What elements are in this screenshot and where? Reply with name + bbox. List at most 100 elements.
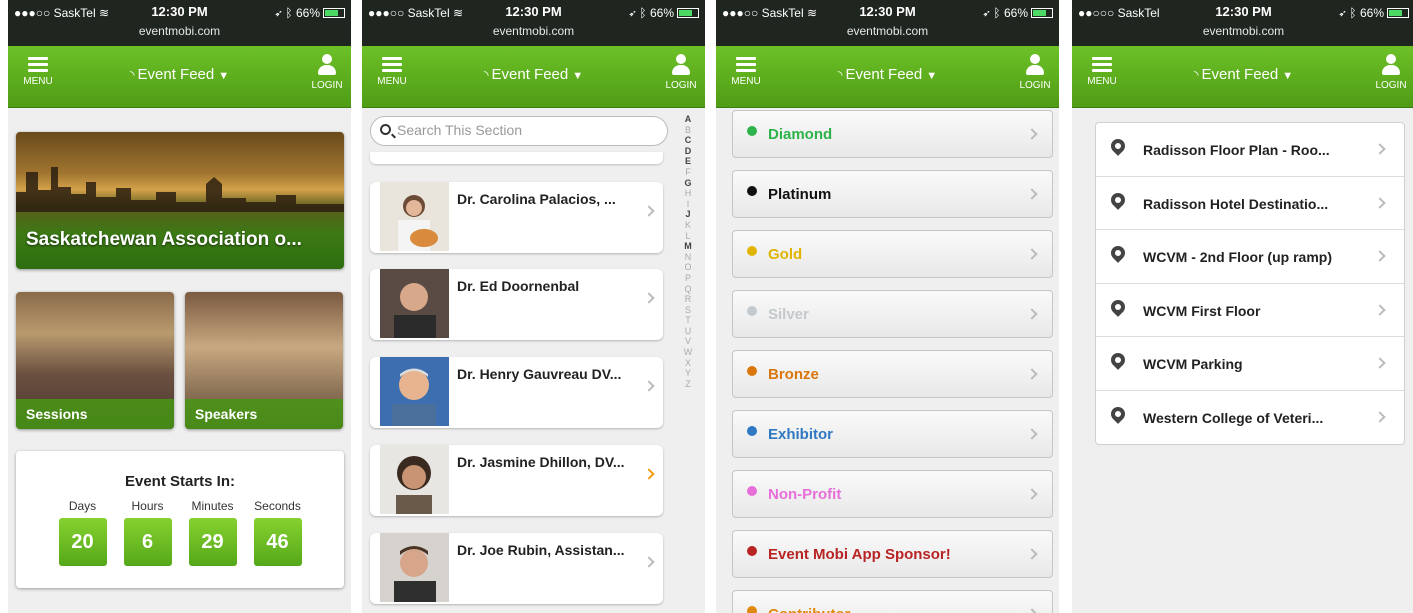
alphabet-letter[interactable]: Q (680, 284, 696, 295)
level-dot-icon (747, 546, 757, 556)
level-dot-icon (747, 186, 757, 196)
login-button[interactable]: LOGIN (661, 54, 701, 91)
battery-status: ➶ ᛒ 66% (275, 6, 345, 20)
speaker-photo (380, 357, 449, 426)
alphabet-letter[interactable]: V (680, 336, 696, 347)
sponsor-level-item[interactable]: Platinum (732, 170, 1053, 218)
alphabet-letter[interactable]: N (680, 252, 696, 263)
login-button[interactable]: LOGIN (307, 54, 347, 91)
alphabet-letter[interactable]: O (680, 262, 696, 273)
alphabet-letter[interactable]: H (680, 188, 696, 199)
alphabet-letter[interactable]: T (680, 315, 696, 326)
alphabet-letter[interactable]: W (680, 347, 696, 358)
alphabet-letter[interactable]: F (680, 167, 696, 178)
speakers-tile[interactable]: Speakers (185, 292, 343, 429)
caret-down-icon: ▼ (926, 70, 938, 82)
event-feed-dropdown[interactable]: ◝ Event Feed ▼ (362, 66, 705, 83)
map-name: Radisson Floor Plan - Roo... (1143, 142, 1330, 158)
alphabet-letter[interactable]: M (680, 241, 696, 252)
map-item[interactable]: Radisson Hotel Destinatio... (1096, 177, 1404, 231)
sponsor-level-item[interactable]: Diamond (732, 110, 1053, 158)
sponsor-level-item[interactable]: Non-Profit (732, 470, 1053, 518)
alphabet-letter[interactable]: L (680, 231, 696, 242)
alphabet-letter[interactable]: D (680, 146, 696, 157)
nav-bar: MENU ◝ Event Feed ▼ LOGIN (1072, 46, 1413, 108)
event-feed-dropdown[interactable]: ◝ Event Feed ▼ (1072, 66, 1413, 83)
alphabet-letter[interactable]: C (680, 135, 696, 146)
rss-icon: ◝ (1193, 68, 1199, 82)
event-feed-dropdown[interactable]: ◝ Event Feed ▼ (716, 66, 1059, 83)
map-pin-icon (1108, 296, 1128, 317)
level-dot-icon (747, 486, 757, 496)
speaker-item[interactable]: Dr. Henry Gauvreau DV... (370, 357, 663, 428)
level-dot-icon (747, 366, 757, 376)
alphabet-letter[interactable]: S (680, 305, 696, 316)
sponsor-level-item[interactable]: Gold (732, 230, 1053, 278)
map-item[interactable]: Western College of Veteri... (1096, 391, 1404, 445)
location-icon: ➶ (1338, 6, 1347, 20)
alphabet-letter[interactable]: Y (680, 368, 696, 379)
alphabet-letter[interactable]: I (680, 199, 696, 210)
map-item[interactable]: Radisson Floor Plan - Roo... (1096, 123, 1404, 177)
alphabet-letter[interactable]: G (680, 178, 696, 189)
location-icon: ➶ (982, 6, 991, 20)
url-bar[interactable]: eventmobi.com (8, 24, 351, 38)
speaker-item[interactable]: Dr. Ed Doornenbal (370, 269, 663, 340)
screenshot-collage: ●●●○○ SaskTel ≋ 12:30 PM ➶ ᛒ 66% eventmo… (0, 0, 1413, 613)
alphabet-letter[interactable]: A (680, 114, 696, 125)
countdown-hours: Hours 6 (123, 499, 172, 566)
alphabet-letter[interactable]: U (680, 326, 696, 337)
user-icon (1381, 54, 1401, 76)
chevron-right-icon (1374, 411, 1386, 423)
nav-bar: MENU ◝ Event Feed ▼ LOGIN (716, 46, 1059, 108)
map-item[interactable]: WCVM Parking (1096, 337, 1404, 391)
alphabet-letter[interactable]: P (680, 273, 696, 284)
alphabet-letter[interactable]: K (680, 220, 696, 231)
nav-bar: MENU ◝ Event Feed ▼ LOGIN (8, 46, 351, 108)
speaker-item[interactable]: Dr. Joe Rubin, Assistan... (370, 533, 663, 604)
map-name: Western College of Veteri... (1143, 409, 1324, 426)
search-bar[interactable] (370, 116, 668, 146)
event-feed-dropdown[interactable]: ◝ Event Feed ▼ (8, 66, 351, 83)
bluetooth-icon: ᛒ (993, 6, 1001, 20)
event-banner[interactable]: Saskatchewan Association o... (16, 132, 344, 269)
chevron-right-icon (643, 205, 655, 217)
alphabet-letter[interactable]: Z (680, 379, 696, 390)
chevron-right-icon (1026, 488, 1038, 500)
chevron-right-icon (1026, 548, 1038, 560)
speaker-item[interactable]: Dr. Jasmine Dhillon, DV... (370, 445, 663, 516)
alphabet-letter[interactable]: B (680, 125, 696, 136)
url-bar[interactable]: eventmobi.com (716, 24, 1059, 38)
alphabet-letter[interactable]: X (680, 358, 696, 369)
map-item[interactable]: WCVM - 2nd Floor (up ramp) (1096, 230, 1404, 284)
speaker-photo (380, 269, 449, 338)
battery-icon (1387, 8, 1409, 18)
battery-status: ➶ ᛒ 66% (1339, 6, 1409, 20)
speaker-item[interactable]: Dr. Carolina Palacios, ... (370, 182, 663, 253)
map-name: WCVM - 2nd Floor (up ramp) (1143, 249, 1332, 266)
countdown-widget: Event Starts In: Days 20 Hours 6 Minutes 29… (16, 451, 344, 588)
level-name: Exhibitor (768, 426, 834, 443)
sponsor-level-item[interactable]: Event Mobi App Sponsor! (732, 530, 1053, 578)
sessions-tile[interactable]: Sessions (16, 292, 174, 429)
map-item[interactable]: WCVM First Floor (1096, 284, 1404, 338)
speaker-photo (380, 182, 449, 251)
chevron-right-icon (1026, 428, 1038, 440)
url-bar[interactable]: eventmobi.com (362, 24, 705, 38)
sponsor-level-item[interactable]: Bronze (732, 350, 1053, 398)
login-button[interactable]: LOGIN (1015, 54, 1055, 91)
sponsor-level-item[interactable]: Contributor (732, 590, 1053, 613)
search-input[interactable] (397, 122, 657, 138)
alphabet-letter[interactable]: R (680, 294, 696, 305)
alphabet-letter[interactable]: E (680, 156, 696, 167)
chevron-right-icon (1374, 357, 1386, 370)
level-dot-icon (747, 126, 757, 136)
list-item-partial (370, 152, 663, 164)
sponsor-level-item[interactable]: Silver (732, 290, 1053, 338)
url-bar[interactable]: eventmobi.com (1072, 24, 1413, 38)
sponsor-level-item[interactable]: Exhibitor (732, 410, 1053, 458)
chevron-right-icon (1026, 608, 1038, 613)
alphabet-letter[interactable]: J (680, 209, 696, 220)
login-button[interactable]: LOGIN (1371, 54, 1411, 91)
alphabet-index[interactable]: ABCDEFGHIJKLMNOPQRSTUVWXYZ (680, 114, 696, 389)
